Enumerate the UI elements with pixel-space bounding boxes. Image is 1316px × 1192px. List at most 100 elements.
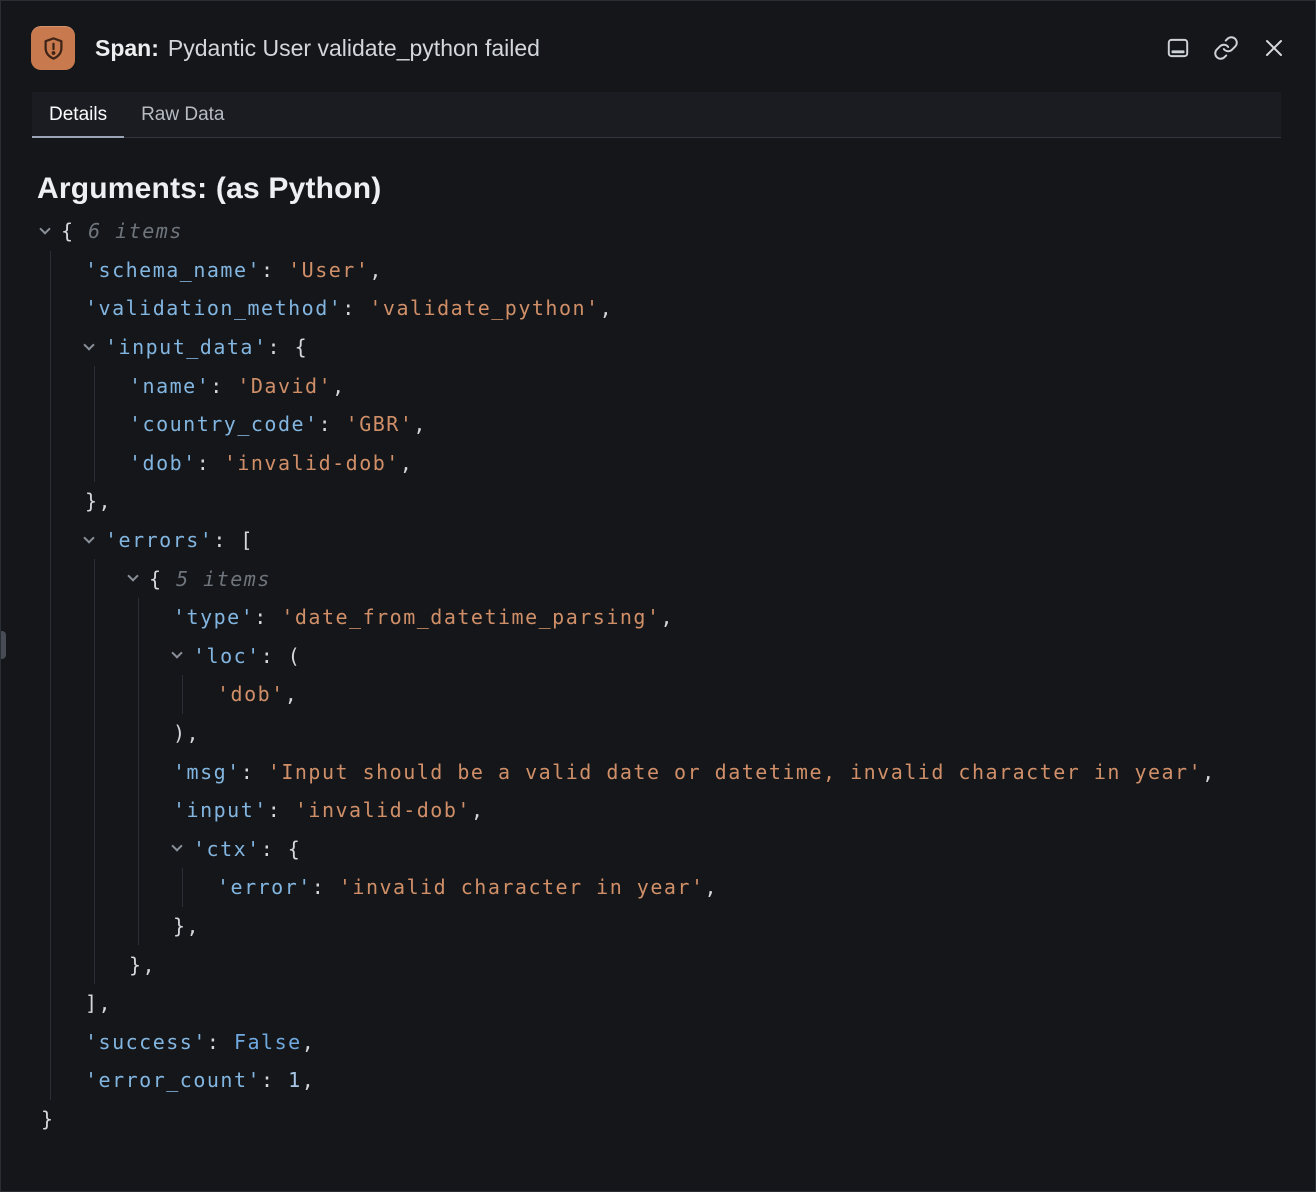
close-button[interactable] xyxy=(1259,33,1289,63)
code-token: False xyxy=(234,1030,302,1054)
code-token: : xyxy=(312,875,339,899)
code-token: 'invalid-dob' xyxy=(224,451,400,475)
code-token: 'type' xyxy=(173,605,254,629)
code-token: 'country_code' xyxy=(129,412,319,436)
code-token: 'validate_python' xyxy=(369,296,599,320)
code-token: , xyxy=(705,875,719,899)
header-actions xyxy=(1163,33,1289,63)
code-token: : xyxy=(261,1068,288,1092)
code-line: }, xyxy=(37,907,1315,946)
code-token: ], xyxy=(85,991,112,1015)
code-line: 'dob': 'invalid-dob', xyxy=(37,444,1315,483)
code-line: 'error_count': 1, xyxy=(37,1061,1315,1100)
code-token: } xyxy=(41,1107,55,1131)
indent-guide xyxy=(138,598,139,945)
code-line: 'loc': ( xyxy=(37,637,1315,676)
code-line: 'country_code': 'GBR', xyxy=(37,405,1315,444)
code-line: 'name': 'David', xyxy=(37,366,1315,405)
link-icon xyxy=(1213,35,1239,61)
code-token: }, xyxy=(173,914,200,938)
code-token: , xyxy=(413,412,427,436)
dock-panel-button[interactable] xyxy=(1163,33,1193,63)
code-line: }, xyxy=(37,945,1315,984)
indent-guide xyxy=(50,251,51,1100)
code-token: : xyxy=(342,296,369,320)
copy-link-button[interactable] xyxy=(1211,33,1241,63)
collapse-chevron-icon[interactable] xyxy=(85,521,105,560)
code-token: , xyxy=(332,374,346,398)
code-token: 'success' xyxy=(85,1030,207,1054)
code-token: 5 items xyxy=(176,567,271,591)
code-line: { 5 items xyxy=(37,559,1315,598)
code-token: , xyxy=(302,1068,316,1092)
panel-resize-handle[interactable] xyxy=(1,631,6,659)
code-token: 'dob' xyxy=(217,682,285,706)
tab-bar: Details Raw Data xyxy=(32,92,1281,138)
code-token: , xyxy=(400,451,414,475)
collapse-chevron-icon[interactable] xyxy=(173,637,193,676)
collapse-chevron-icon[interactable] xyxy=(41,212,61,251)
code-token: ), xyxy=(173,721,200,745)
code-token: : { xyxy=(268,335,309,359)
code-token: , xyxy=(285,682,299,706)
code-line: ], xyxy=(37,984,1315,1023)
code-token: 'validation_method' xyxy=(85,296,342,320)
code-token: 'error_count' xyxy=(85,1068,261,1092)
code-line: 'errors': [ xyxy=(37,521,1315,560)
code-line: ), xyxy=(37,714,1315,753)
close-icon xyxy=(1262,36,1286,60)
code-token: : [ xyxy=(213,528,254,552)
code-line: 'dob', xyxy=(37,675,1315,714)
code-token: 'msg' xyxy=(173,760,241,784)
code-token: 'invalid character in year' xyxy=(339,875,705,899)
code-token: : xyxy=(197,451,224,475)
code-line: }, xyxy=(37,482,1315,521)
code-token: }, xyxy=(85,489,112,513)
code-token: : xyxy=(261,258,288,282)
code-token: : xyxy=(254,605,281,629)
tab-raw-data[interactable]: Raw Data xyxy=(124,92,241,137)
code-token: 'invalid-dob' xyxy=(295,798,471,822)
collapse-chevron-icon[interactable] xyxy=(129,559,149,598)
code-token: 'loc' xyxy=(193,644,261,668)
code-line: { 6 items xyxy=(37,212,1315,251)
code-token: 'errors' xyxy=(105,528,213,552)
code-line: 'msg': 'Input should be a valid date or … xyxy=(37,752,1315,791)
code-token: , xyxy=(471,798,485,822)
code-line: 'ctx': { xyxy=(37,830,1315,869)
code-token: 'name' xyxy=(129,374,210,398)
code-line: 'schema_name': 'User', xyxy=(37,251,1315,290)
code-token: : xyxy=(207,1030,234,1054)
code-token: 'schema_name' xyxy=(85,258,261,282)
code-token: 6 items xyxy=(88,219,183,243)
tab-details[interactable]: Details xyxy=(32,92,124,137)
code-line: 'type': 'date_from_datetime_parsing', xyxy=(37,598,1315,637)
code-token: , xyxy=(600,296,614,320)
code-line: 'input_data': { xyxy=(37,328,1315,367)
code-token: 'date_from_datetime_parsing' xyxy=(281,605,660,629)
code-token: , xyxy=(302,1030,316,1054)
collapse-chevron-icon[interactable] xyxy=(173,830,193,869)
code-token: 'Input should be a valid date or datetim… xyxy=(268,760,1202,784)
indent-guide xyxy=(182,868,183,907)
panel-title: Span:Pydantic User validate_python faile… xyxy=(95,35,540,62)
code-token: : xyxy=(210,374,237,398)
code-token: : xyxy=(268,798,295,822)
code-token: 'input' xyxy=(173,798,268,822)
code-token: 'ctx' xyxy=(193,837,261,861)
code-line: 'input': 'invalid-dob', xyxy=(37,791,1315,830)
code-line: 'validation_method': 'validate_python', xyxy=(37,289,1315,328)
code-token: 'User' xyxy=(288,258,369,282)
indent-guide xyxy=(182,675,183,714)
indent-guide xyxy=(94,559,95,984)
indent-guide xyxy=(94,366,95,482)
code-token: { xyxy=(149,567,176,591)
code-token: : xyxy=(319,412,346,436)
code-token: : { xyxy=(261,837,302,861)
code-token: , xyxy=(1202,760,1216,784)
severity-badge xyxy=(31,26,75,70)
code-token: : ( xyxy=(261,644,302,668)
code-token: 'error' xyxy=(217,875,312,899)
code-line: } xyxy=(37,1100,1315,1139)
collapse-chevron-icon[interactable] xyxy=(85,328,105,367)
